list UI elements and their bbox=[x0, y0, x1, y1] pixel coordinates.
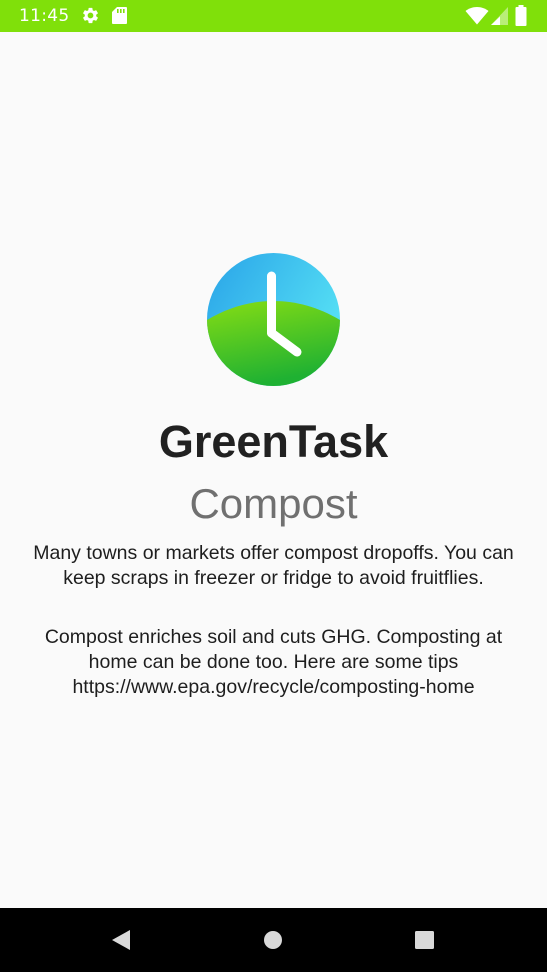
navigation-bar bbox=[0, 908, 547, 972]
app-name: GreenTask bbox=[158, 416, 389, 467]
clock-icon bbox=[207, 253, 340, 386]
home-icon[interactable] bbox=[233, 908, 313, 972]
page-title: Compost bbox=[189, 480, 358, 527]
battery-icon bbox=[515, 5, 527, 26]
compost-info-paragraph: Compost enriches soil and cuts GHG. Comp… bbox=[44, 626, 503, 698]
back-icon[interactable] bbox=[81, 908, 161, 972]
recents-icon[interactable] bbox=[384, 908, 464, 972]
main-content: GreenTask Compost Many towns or markets … bbox=[0, 32, 547, 908]
sd-card-icon bbox=[112, 7, 127, 24]
compost-tip-paragraph: Many towns or markets offer compost drop… bbox=[33, 542, 514, 589]
status-time: 11:45 bbox=[19, 6, 70, 26]
gear-icon bbox=[83, 7, 98, 24]
status-bar: 11:45 bbox=[0, 0, 547, 32]
cellular-signal-icon bbox=[491, 7, 508, 25]
wifi-icon bbox=[465, 7, 489, 25]
